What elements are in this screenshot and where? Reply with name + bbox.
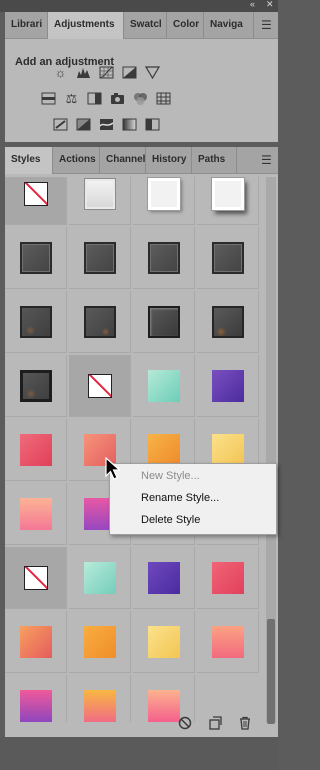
tab-actions[interactable]: Actions	[53, 147, 100, 173]
menu-new-style: New Style...	[141, 470, 200, 482]
style-dark-emboss-swatch[interactable]	[69, 291, 131, 353]
hue-saturation-icon[interactable]	[41, 92, 56, 105]
style-red-pink-watercolor-swatch[interactable]	[5, 419, 67, 481]
style-orange-watercolor-swatch[interactable]	[69, 611, 131, 673]
style-peach-pink-watercolor-swatch[interactable]	[133, 675, 195, 722]
color-balance-icon[interactable]: ⚖	[64, 91, 79, 106]
new-style-icon[interactable]	[208, 716, 222, 730]
style-white-shadow-swatch[interactable]	[197, 177, 259, 225]
style-mint-watercolor-swatch[interactable]	[69, 547, 131, 609]
style-mint-watercolor-swatch[interactable]	[133, 355, 195, 417]
style-dark-bevel-swatch[interactable]	[69, 227, 131, 289]
style-light-bevel-swatch[interactable]	[69, 177, 131, 225]
tab-color[interactable]: Color	[167, 12, 204, 38]
tab-paths[interactable]: Paths	[192, 147, 237, 173]
tab-channels[interactable]: Channel	[100, 147, 146, 173]
gradient-map-icon[interactable]	[122, 118, 137, 131]
style-dark-rough-frame-swatch[interactable]	[5, 355, 67, 417]
style-none-swatch[interactable]	[5, 177, 67, 225]
style-white-frame-swatch[interactable]	[133, 177, 195, 225]
style-salmon-watercolor-swatch[interactable]	[197, 611, 259, 673]
channel-mixer-icon[interactable]	[133, 92, 148, 105]
exposure-icon[interactable]	[122, 66, 137, 79]
trash-icon[interactable]	[238, 716, 252, 730]
style-none-swatch-selected[interactable]	[69, 355, 131, 417]
threshold-icon[interactable]	[99, 118, 114, 131]
style-dark-rough-swatch[interactable]	[197, 291, 259, 353]
top-tab-bar: Librari Adjustments Swatcl Color Naviga …	[5, 12, 278, 39]
bottom-gray-area	[0, 737, 278, 770]
style-empty-cell	[197, 675, 259, 722]
tab-libraries[interactable]: Librari	[5, 12, 48, 38]
tab-history[interactable]: History	[146, 147, 192, 173]
panel-menu-icon[interactable]: ☰	[261, 19, 272, 31]
tab-styles[interactable]: Styles	[5, 147, 53, 174]
tab-adjustments[interactable]: Adjustments	[48, 12, 124, 39]
menu-delete-style[interactable]: Delete Style	[141, 514, 200, 526]
style-purple-watercolor-swatch[interactable]	[197, 355, 259, 417]
levels-icon[interactable]	[76, 66, 91, 79]
style-dark-frame-swatch[interactable]	[133, 291, 195, 353]
close-icon[interactable]: ✕	[266, 0, 274, 10]
style-pink-red-watercolor-swatch[interactable]	[197, 547, 259, 609]
curves-icon[interactable]	[99, 66, 114, 79]
menu-rename-style[interactable]: Rename Style...	[141, 492, 219, 504]
style-dark-bevel-swatch[interactable]	[133, 227, 195, 289]
black-white-icon[interactable]	[87, 92, 102, 105]
style-coral-orange-watercolor-swatch[interactable]	[5, 611, 67, 673]
color-lookup-icon[interactable]	[156, 92, 171, 105]
style-dark-bevel-swatch[interactable]	[197, 227, 259, 289]
style-pink-purple-watercolor-swatch[interactable]	[5, 675, 67, 722]
style-orange-pink-watercolor-swatch[interactable]	[69, 675, 131, 722]
mouse-cursor-icon	[105, 457, 121, 480]
double-chevron-icon[interactable]: «	[250, 0, 255, 9]
style-dark-bevel-swatch[interactable]	[5, 227, 67, 289]
style-peach-pink-watercolor-swatch[interactable]	[5, 483, 67, 545]
style-yellow-watercolor-swatch[interactable]	[133, 611, 195, 673]
tab-navigator[interactable]: Naviga	[204, 12, 254, 38]
invert-icon[interactable]	[53, 118, 68, 131]
photo-filter-icon[interactable]	[110, 92, 125, 105]
posterize-icon[interactable]	[76, 118, 91, 131]
styles-panel-menu-icon[interactable]: ☰	[261, 154, 272, 166]
styles-grid	[5, 177, 262, 722]
tab-swatches[interactable]: Swatcl	[124, 12, 167, 38]
vibrance-icon[interactable]	[145, 66, 160, 79]
scrollbar-thumb[interactable]	[267, 619, 275, 724]
brightness-contrast-icon[interactable]: ☼	[53, 65, 68, 80]
styles-panel: Styles Actions Channel History Paths ☰	[5, 147, 278, 737]
panel-dock-strip: « ✕	[0, 0, 278, 12]
style-none-swatch[interactable]	[5, 547, 67, 609]
clear-style-icon[interactable]	[178, 716, 192, 730]
style-dark-rough-swatch[interactable]	[5, 291, 67, 353]
adjustments-panel: Librari Adjustments Swatcl Color Naviga …	[5, 12, 278, 142]
style-purple-watercolor-swatch[interactable]	[133, 547, 195, 609]
context-menu: New Style... Rename Style... Delete Styl…	[109, 463, 277, 535]
selective-color-icon[interactable]	[145, 118, 160, 131]
styles-tab-bar: Styles Actions Channel History Paths ☰	[5, 147, 278, 174]
